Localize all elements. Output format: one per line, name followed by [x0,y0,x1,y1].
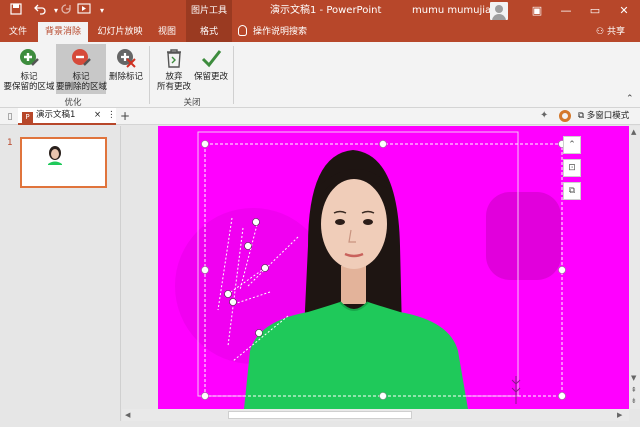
person-icon: ⚇ [596,27,607,37]
window-title: 演示文稿1 - PowerPoint [270,5,382,16]
group-separator [149,46,150,104]
discard-line2: 所有更改 [156,82,191,92]
customize-icon[interactable]: ▾ [94,3,110,19]
scroll-up-arrow-icon[interactable]: ▲ [631,128,636,136]
ribbon-display-options-icon[interactable]: ▣ [523,0,551,22]
powerpoint-file-icon: P [22,112,33,123]
vertical-scrollbar[interactable]: ▲ ▼ ⇞ ⇟ [629,126,640,409]
mark-remove-line2: 要删除的区域 [56,82,108,92]
picture-tools-context-label: 图片工具 [186,0,232,22]
group-label-close: 关闭 [183,98,201,108]
delete-mark-icon [117,49,136,68]
minimize-button[interactable]: — [552,0,580,22]
close-button[interactable]: ✕ [610,0,638,22]
restore-button[interactable]: ▭ [581,0,609,22]
slide-number: 1 [7,138,13,148]
document-tab[interactable]: P 演示文稿1 × ⋮ [18,108,116,125]
tab-background-removal[interactable]: 背景消除 [38,22,88,42]
start-from-beginning-icon[interactable] [76,3,92,19]
title-bar: ▾ ▾ 图片工具 演示文稿1 - PowerPoint mumu mumujia… [0,0,640,22]
mark-keep-line2: 要保留的区域 [3,82,55,92]
settings-gear-icon[interactable] [559,110,571,122]
plus-pencil-icon [20,49,39,66]
redo-icon[interactable] [58,3,74,19]
multi-window-label: 多窗口模式 [586,111,630,121]
tab-view[interactable]: 视图 [152,22,182,42]
mark-keep-line1: 标记 [20,72,38,82]
mark-remove-line1: 标记 [72,72,90,82]
arrange-icon[interactable]: ⧉ [563,182,581,200]
multi-window-mode-button[interactable]: ⧉ 多窗口模式 [578,108,629,125]
share-button[interactable]: ⚇ 共享 [596,22,625,42]
scroll-down-arrow-icon[interactable]: ▼ [631,374,636,382]
next-slide-icon[interactable]: ⇟ [631,397,637,405]
tell-me-search[interactable]: 操作说明搜索 [238,22,307,42]
group-separator [233,46,234,104]
powerpoint-window: ▾ ▾ 图片工具 演示文稿1 - PowerPoint mumu mumujia… [0,0,640,427]
group-label-refine: 优化 [64,98,82,108]
mark-areas-to-remove-button[interactable]: 标记 要删除的区域 [56,44,108,94]
slide-thumbnails-pane: 1 [0,126,121,427]
share-label: 共享 [606,27,625,37]
delete-mark-label: 删除标记 [108,72,143,82]
keep-changes-button[interactable]: 保留更改 [194,44,228,94]
portrait-photo[interactable] [158,126,629,409]
add-tab-button[interactable]: + [118,108,132,124]
undo-icon[interactable] [32,3,48,19]
collapse-ribbon-icon[interactable]: ⌃ [626,94,634,104]
keep-changes-label: 保留更改 [194,72,229,82]
slide-thumbnail[interactable] [20,137,107,188]
minus-pencil-icon [72,49,91,66]
discard-all-changes-button[interactable]: 放弃 所有更改 [154,44,194,94]
multi-window-icon: ⧉ [578,111,587,121]
thumbnail-photo [22,139,105,186]
scroll-left-arrow-icon[interactable]: ◀ [125,411,130,419]
delete-mark-button[interactable]: 删除标记 [108,44,144,94]
horizontal-scroll-thumb[interactable] [228,411,412,419]
document-tab-label: 演示文稿1 [36,110,76,120]
mark-areas-to-keep-button[interactable]: 标记 要保留的区域 [2,44,56,94]
layout-options-collapse-icon[interactable]: ⌃ [563,136,581,154]
horizontal-scrollbar[interactable]: ◀ ▶ [122,409,629,421]
status-bar [0,421,640,427]
tab-format[interactable]: 格式 [186,22,232,42]
trash-icon [167,49,181,68]
user-avatar[interactable] [490,2,508,20]
discard-line1: 放弃 [165,72,183,82]
scroll-right-arrow-icon[interactable]: ▶ [617,411,622,419]
tab-file[interactable]: 文件 [0,22,36,42]
tab-more-icon[interactable]: ⋮ [107,108,116,123]
pin-icon[interactable]: ✦ [540,110,548,121]
document-tab-row: ▯ P 演示文稿1 × ⋮ + ✦ ⧉ 多窗口模式 [0,108,640,125]
window-icon[interactable]: ▯ [2,109,18,125]
ribbon-panel: 标记 要保留的区域 标记 要删除的区域 删除标记 优化 放弃 所有更改 保留更改 关闭… [0,42,640,108]
layout-options-icon[interactable]: ⊡ [563,159,581,177]
lightbulb-icon [238,25,247,36]
ribbon-tabs: 文件 背景消除 幻灯片放映 视图 格式 操作说明搜索 ⚇ 共享 [0,22,640,42]
slide-canvas: ⌃ ⊡ ⧉ [122,126,629,409]
previous-slide-icon[interactable]: ⇞ [631,386,637,394]
slide[interactable] [158,126,629,409]
tab-slideshow[interactable]: 幻灯片放映 [92,22,148,42]
save-icon[interactable] [8,3,24,19]
checkmark-icon [201,50,222,68]
tell-me-label: 操作说明搜索 [253,27,308,37]
close-tab-icon[interactable]: × [94,108,101,123]
